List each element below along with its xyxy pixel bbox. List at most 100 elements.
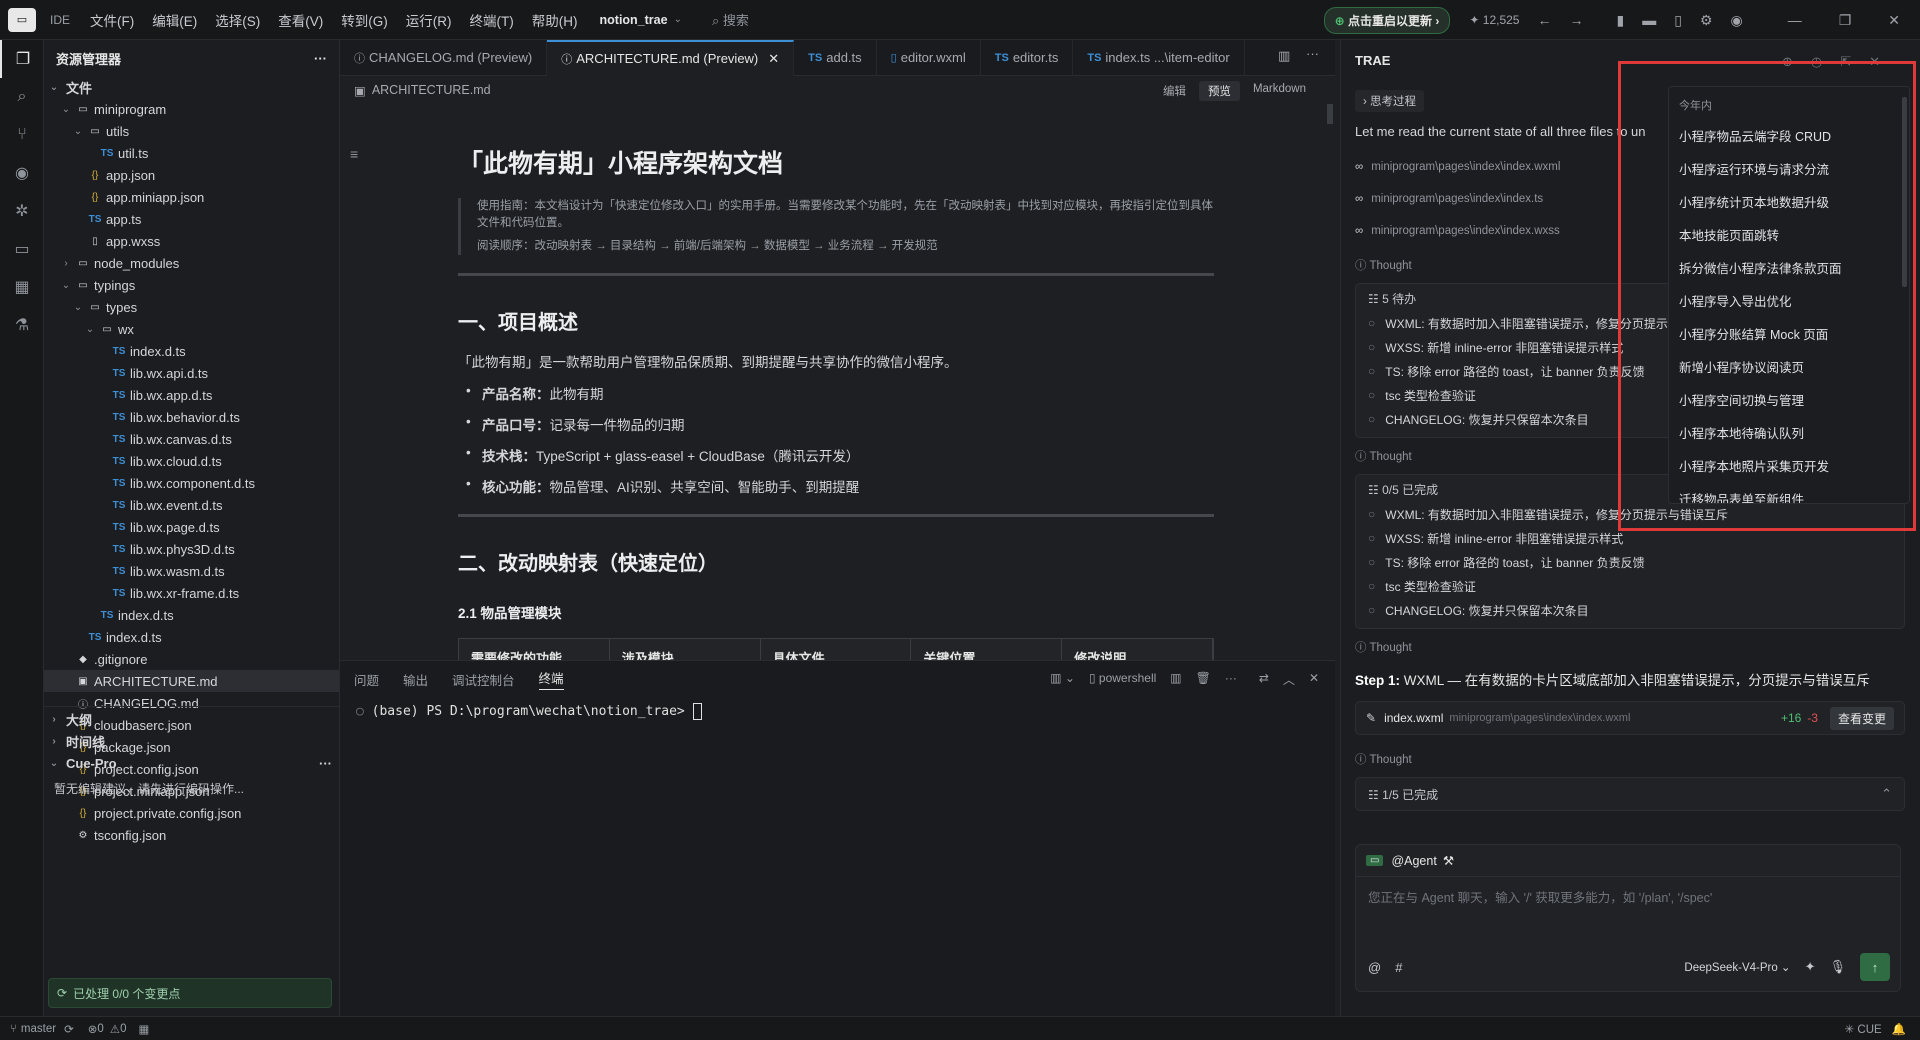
menu-item[interactable]: 运行(R): [406, 14, 452, 29]
view-mode-1[interactable]: 预览: [1198, 81, 1240, 101]
menu-item[interactable]: 终端(T): [470, 14, 514, 29]
right-panel-toggle-icon[interactable]: ▯: [1674, 12, 1682, 29]
scrollbar[interactable]: [1327, 104, 1333, 124]
history-item[interactable]: 新增小程序协议阅读页: [1669, 350, 1909, 383]
history-item[interactable]: 小程序本地待确认队列: [1669, 416, 1909, 449]
account-icon[interactable]: ◉: [1730, 12, 1742, 29]
close-window-icon[interactable]: ✕: [1888, 12, 1900, 29]
panel-tab[interactable]: 终端: [538, 668, 564, 690]
minimize-icon[interactable]: —: [1788, 12, 1802, 28]
history-item[interactable]: 小程序导入导出优化: [1669, 284, 1909, 317]
sparkle-icon[interactable]: ✦: [1805, 959, 1816, 975]
todo-item[interactable]: tsc 类型检查验证: [1368, 574, 1892, 598]
settings-sliders-icon[interactable]: ⇄: [1259, 671, 1269, 688]
tree-item[interactable]: TS index.d.ts: [44, 340, 339, 362]
menu-item[interactable]: 帮助(H): [532, 14, 578, 29]
search-files-icon[interactable]: ⌕: [0, 78, 44, 116]
timeline-section[interactable]: › 时间线: [48, 730, 105, 752]
send-button[interactable]: ↑: [1860, 953, 1890, 981]
thinking-process-toggle[interactable]: › 思考过程: [1355, 90, 1425, 112]
tree-item[interactable]: TS lib.wx.wasm.d.ts: [44, 560, 339, 582]
mention-at-icon[interactable]: @: [1368, 960, 1381, 975]
todo-list-collapsed[interactable]: ☷ 1/5 已完成 ⌃: [1355, 777, 1905, 811]
history-item[interactable]: 小程序运行环境与请求分流: [1669, 152, 1909, 185]
back-arrow-icon[interactable]: ←: [1537, 12, 1551, 28]
split-terminal-icon[interactable]: ▥: [1170, 671, 1181, 688]
split-editor-icon[interactable]: ▥: [1278, 48, 1290, 64]
tree-item[interactable]: › ▭ node_modules: [44, 252, 339, 274]
sidebar-toggle-icon[interactable]: ▮: [1616, 12, 1624, 29]
menu-item[interactable]: 查看(V): [278, 14, 323, 29]
menu-item[interactable]: 转到(G): [341, 14, 388, 29]
error-count[interactable]: 0: [97, 1023, 103, 1035]
thought-label[interactable]: ⓘ Thought: [1355, 751, 1905, 767]
chat-input[interactable]: 您正在与 Agent 聊天，输入 '/' 获取更多能力，如 '/plan', '…: [1356, 877, 1900, 916]
menu-item[interactable]: 文件(F): [90, 14, 134, 29]
branch-name[interactable]: master: [21, 1023, 56, 1035]
changed-file-card[interactable]: ✎ index.wxml miniprogram\pages\index\ind…: [1355, 701, 1905, 735]
more-actions-icon[interactable]: ···: [319, 756, 332, 771]
tree-item[interactable]: TS lib.wx.app.d.ts: [44, 384, 339, 406]
todo-item[interactable]: TS: 移除 error 路径的 toast，让 banner 负责反馈: [1368, 550, 1892, 574]
tree-item[interactable]: ⌄ ▭ wx: [44, 318, 339, 340]
panel-tab[interactable]: 问题: [354, 670, 379, 689]
view-mode-0[interactable]: 编辑: [1154, 81, 1195, 101]
tree-item[interactable]: ⌄ ▭ utils: [44, 120, 339, 142]
maximize-panel-icon[interactable]: ︿: [1283, 671, 1295, 688]
tree-item[interactable]: TS lib.wx.canvas.d.ts: [44, 428, 339, 450]
extensions-grid-icon[interactable]: ▦: [0, 268, 44, 306]
restore-icon[interactable]: ❐: [1839, 12, 1852, 29]
tree-item[interactable]: ⌄ ▭ typings: [44, 274, 339, 296]
cue-pro-section[interactable]: ⌄ Cue-Pro ···: [48, 752, 332, 774]
more-actions-icon[interactable]: ···: [1225, 671, 1237, 688]
model-selector[interactable]: DeepSeek-V4-Pro ⌄: [1684, 960, 1790, 974]
panel-tab[interactable]: 调试控制台: [452, 670, 515, 689]
editor-tab[interactable]: TS editor.ts: [981, 39, 1074, 76]
expand-chevron-icon[interactable]: ⌃: [1881, 786, 1892, 802]
new-chat-icon[interactable]: ⊕: [1782, 54, 1793, 70]
history-item[interactable]: 迁移物品表单至新组件: [1669, 482, 1909, 503]
tree-item[interactable]: ▯ app.wxss: [44, 230, 339, 252]
hash-context-icon[interactable]: #: [1395, 960, 1402, 975]
tree-item[interactable]: ⌄ ▭ miniprogram: [44, 98, 339, 120]
notification-bell-icon[interactable]: 🔔: [1892, 1022, 1906, 1036]
testing-flask-icon[interactable]: ⚗: [0, 306, 44, 344]
debug-bug-icon[interactable]: ✲: [0, 192, 44, 230]
outline-section[interactable]: › 大纲: [48, 708, 92, 730]
outline-toggle-icon[interactable]: ≡: [350, 146, 358, 162]
tree-item[interactable]: {} app.json: [44, 164, 339, 186]
todo-item[interactable]: WXSS: 新增 inline-error 非阻塞错误提示样式: [1368, 526, 1892, 550]
more-actions-icon[interactable]: ···: [314, 51, 327, 66]
editor-tab[interactable]: TS index.ts ...\item-editor: [1073, 39, 1245, 76]
tree-item[interactable]: TS lib.wx.xr-frame.d.ts: [44, 582, 339, 604]
tree-item[interactable]: ⌄ ▭ types: [44, 296, 339, 318]
terminal-output[interactable]: ○ (base) PS D:\program\wechat\notion_tra…: [340, 697, 1335, 726]
history-clock-icon[interactable]: ◷: [1811, 54, 1822, 70]
ports-icon[interactable]: ▦: [138, 1022, 149, 1036]
history-item[interactable]: 小程序本地照片采集页开发: [1669, 449, 1909, 482]
powershell-selector[interactable]: ▯ powershell: [1089, 671, 1156, 688]
close-tab-icon[interactable]: ✕: [768, 51, 779, 67]
close-panel-icon[interactable]: ✕: [1309, 671, 1319, 688]
tree-item[interactable]: TS lib.wx.event.d.ts: [44, 494, 339, 516]
tree-item[interactable]: TS lib.wx.page.d.ts: [44, 516, 339, 538]
history-item[interactable]: 本地技能页面跳转: [1669, 218, 1909, 251]
files-section-header[interactable]: ⌄ 文件: [44, 76, 339, 98]
view-changes-button[interactable]: 查看变更: [1829, 706, 1894, 730]
editor-tab[interactable]: ▯ editor.wxml: [877, 39, 981, 76]
tree-item[interactable]: TS index.d.ts: [44, 626, 339, 648]
tree-item[interactable]: TS lib.wx.behavior.d.ts: [44, 406, 339, 428]
editor-tab[interactable]: ⓘ ARCHITECTURE.md (Preview) ✕: [547, 39, 795, 76]
tree-item[interactable]: TS lib.wx.api.d.ts: [44, 362, 339, 384]
terminal-layout-icon[interactable]: ▥ ⌄: [1050, 671, 1075, 688]
close-icon[interactable]: ✕: [1869, 54, 1880, 70]
more-actions-icon[interactable]: ···: [1306, 46, 1319, 61]
view-mode-2[interactable]: Markdown: [1244, 81, 1315, 101]
history-item[interactable]: 小程序分账结算 Mock 页面: [1669, 317, 1909, 350]
tree-item[interactable]: {} app.miniapp.json: [44, 186, 339, 208]
trash-icon[interactable]: 🗑: [1196, 671, 1211, 688]
cue-status-item[interactable]: ✳ CUE: [1845, 1022, 1882, 1036]
menu-item[interactable]: 选择(S): [215, 14, 260, 29]
panel-tab[interactable]: 输出: [403, 670, 428, 689]
history-item[interactable]: 小程序物品云端字段 CRUD: [1669, 119, 1909, 152]
